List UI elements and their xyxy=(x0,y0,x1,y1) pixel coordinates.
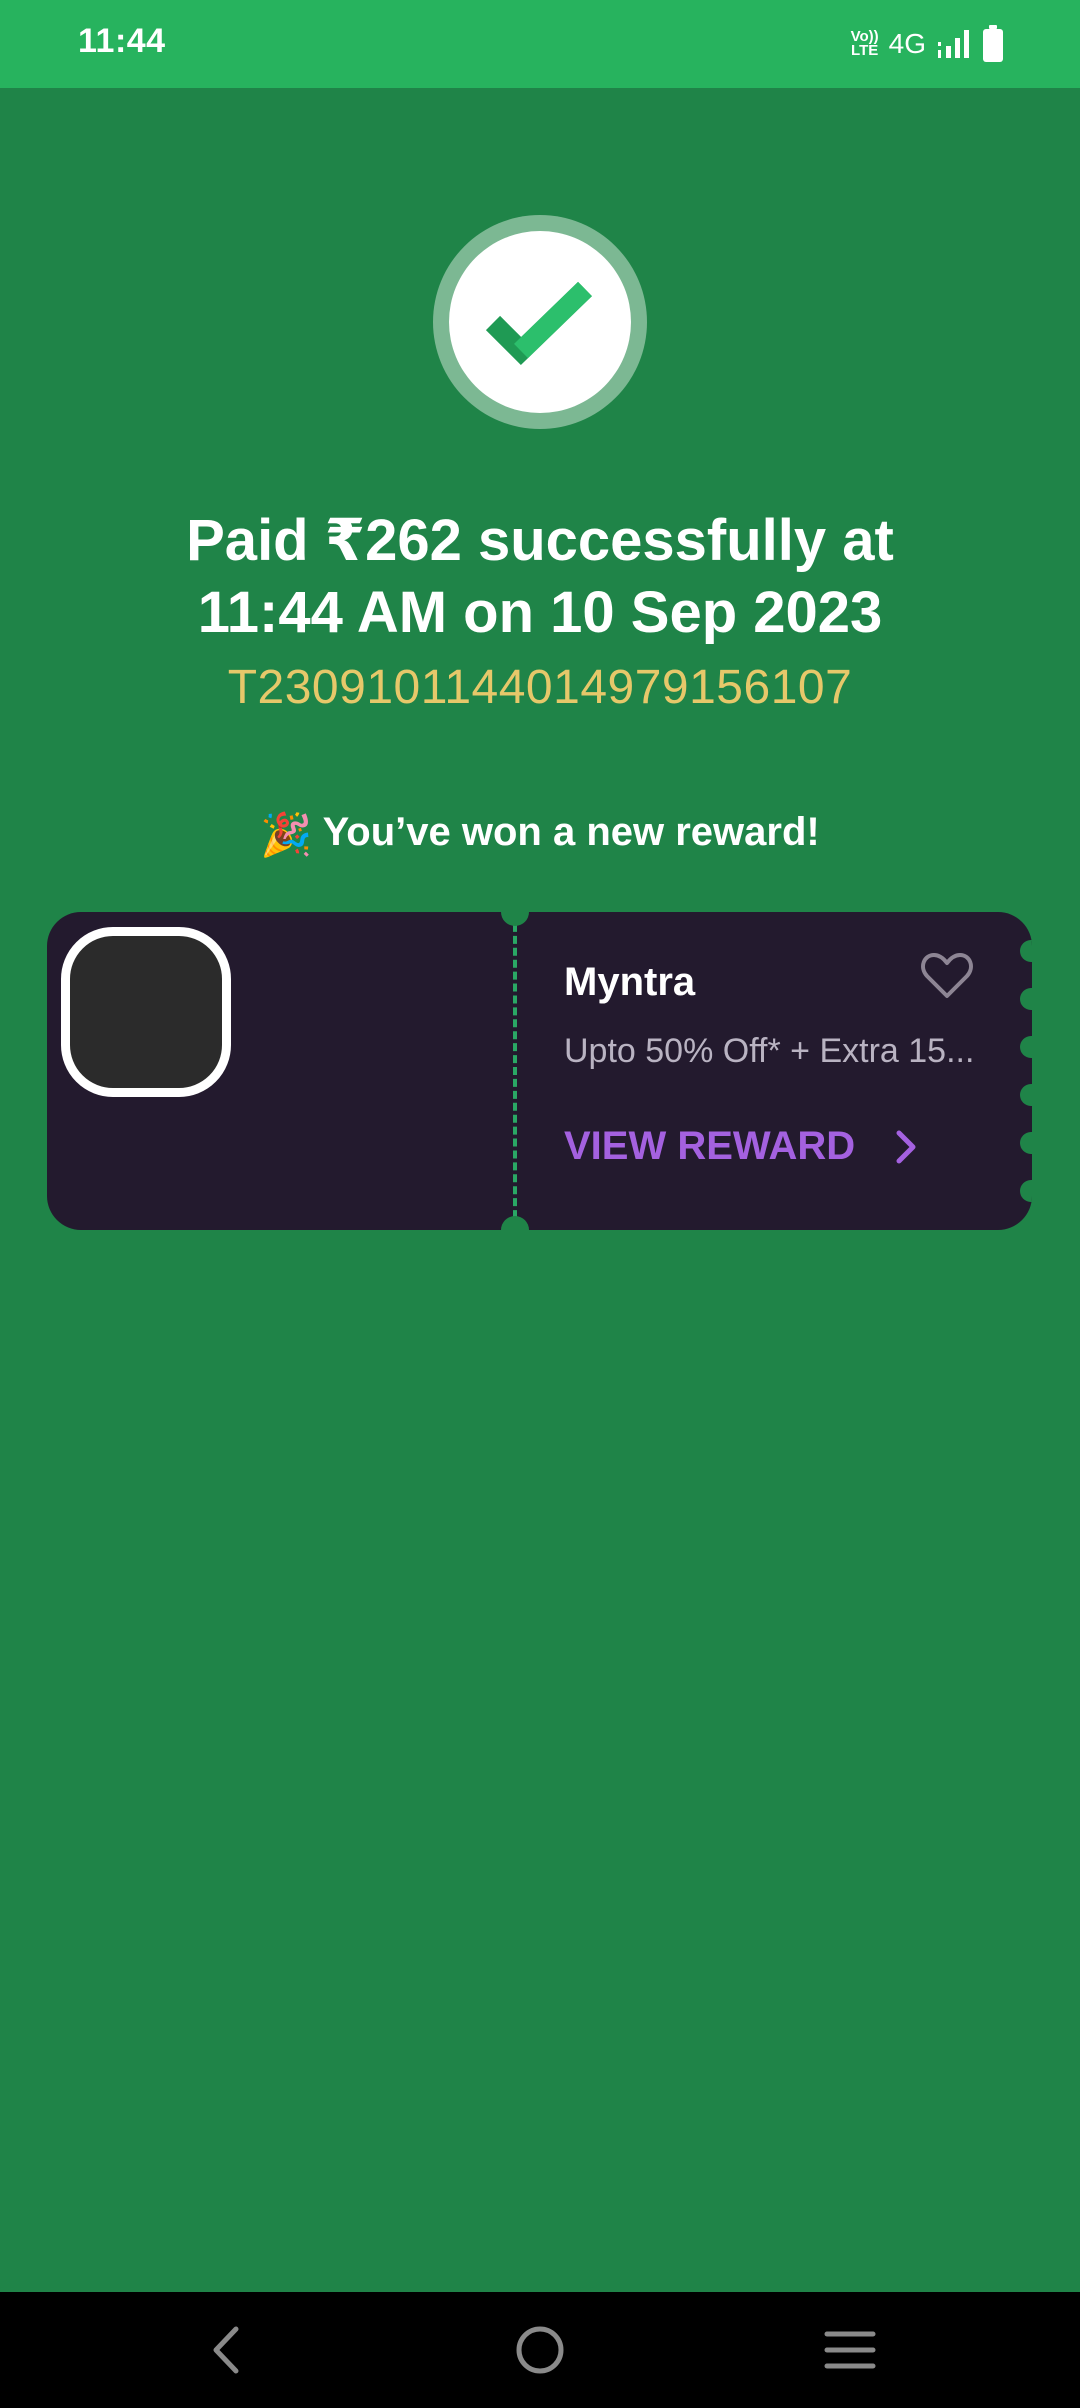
reward-heading: 🎉 You’ve won a new reward! xyxy=(0,810,1080,860)
reward-heading-text: You’ve won a new reward! xyxy=(322,810,820,854)
brand-name: Myntra xyxy=(564,960,696,1004)
card-notch-top xyxy=(501,912,529,926)
card-notch-bottom xyxy=(501,1216,529,1230)
signal-icon xyxy=(938,30,969,58)
back-button[interactable] xyxy=(196,2320,256,2380)
offer-text: Upto 50% Off* + Extra 15... xyxy=(564,1032,975,1070)
volte-bottom-label: LTE xyxy=(851,42,879,59)
success-badge xyxy=(433,215,647,429)
payment-title-line2: 11:44 AM on 10 Sep 2023 xyxy=(197,580,883,645)
status-time: 11:44 xyxy=(78,22,166,60)
brand-logo xyxy=(61,927,231,1097)
status-icons: Vo)) LTE 4G xyxy=(851,22,1004,66)
navigation-bar xyxy=(0,2292,1080,2408)
card-edge-bump xyxy=(1020,988,1032,1010)
reward-card[interactable]: Myntra Upto 50% Off* + Extra 15... VIEW … xyxy=(47,912,1032,1230)
heart-icon[interactable] xyxy=(921,952,973,1000)
home-icon xyxy=(516,2326,564,2374)
success-badge-inner xyxy=(449,231,631,413)
transaction-id: T2309101144014979156107 xyxy=(227,661,853,714)
back-icon xyxy=(213,2326,239,2374)
recents-button[interactable] xyxy=(820,2320,880,2380)
battery-icon xyxy=(983,25,1003,62)
volte-indicator: Vo)) LTE xyxy=(851,29,879,59)
check-icon xyxy=(485,281,592,366)
view-reward-button[interactable]: VIEW REWARD xyxy=(564,1124,919,1169)
home-button[interactable] xyxy=(510,2320,570,2380)
party-popper-icon: 🎉 xyxy=(260,811,313,858)
view-reward-label: VIEW REWARD xyxy=(564,1124,856,1168)
card-edge-bump xyxy=(1020,1132,1032,1154)
payment-status-title: Paid ₹262 successfully at 11:44 AM on 10… xyxy=(0,505,1080,649)
recents-icon xyxy=(824,2331,876,2369)
status-bar: 11:44 Vo)) LTE 4G xyxy=(0,0,1080,88)
card-edge-bump xyxy=(1020,1180,1032,1202)
payment-title-line1: Paid ₹262 successfully at xyxy=(186,508,894,573)
network-type-label: 4G xyxy=(888,28,926,59)
card-divider xyxy=(513,912,517,1230)
card-edge-bump xyxy=(1020,940,1032,962)
card-edge-bump xyxy=(1020,1084,1032,1106)
chevron-right-icon xyxy=(896,1130,916,1163)
